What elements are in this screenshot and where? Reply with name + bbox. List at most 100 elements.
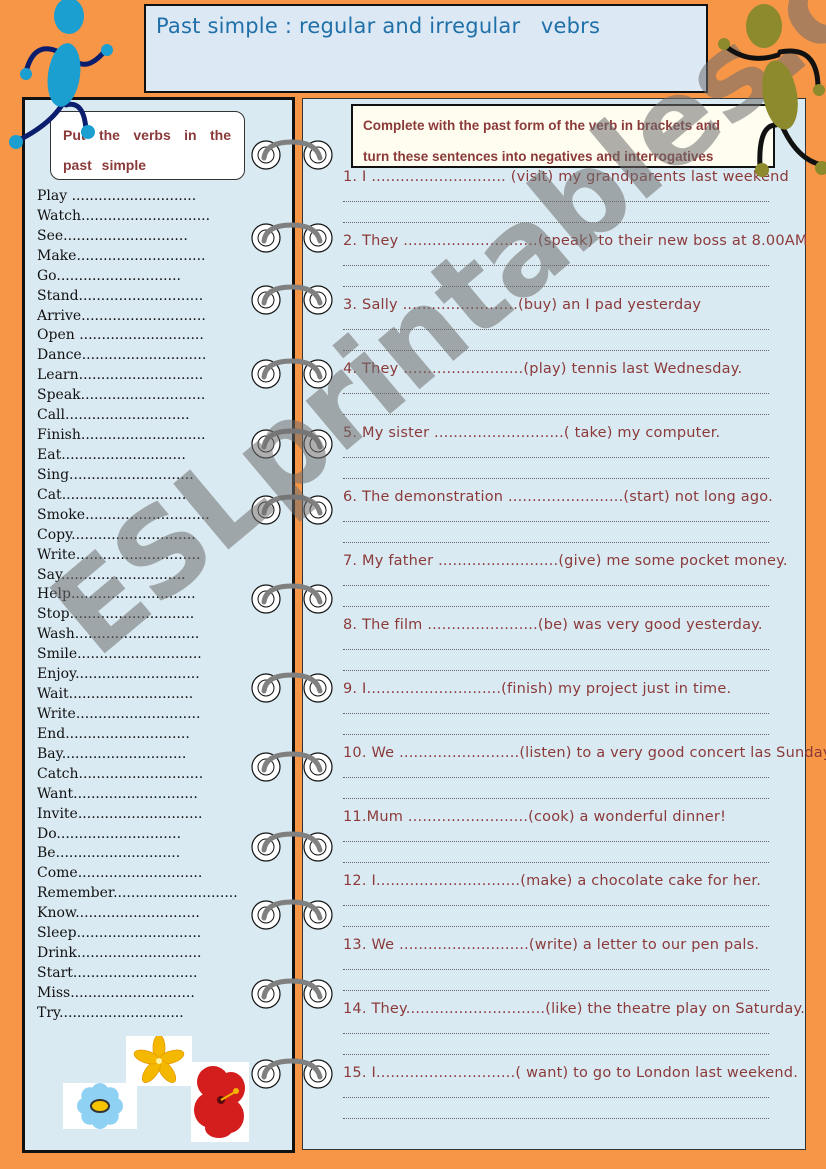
answer-blank[interactable]: ............................ [82, 347, 207, 363]
answer-blank[interactable]: ............................ [61, 567, 186, 583]
exercise-sentence[interactable]: 15. I.............................( want… [343, 1065, 798, 1081]
answer-blank[interactable]: ............................ [65, 726, 190, 742]
answer-blank[interactable]: ............................ [77, 646, 202, 662]
answer-blank[interactable]: ............................ [61, 447, 186, 463]
answer-blank[interactable]: ............................ [69, 467, 194, 483]
answer-blank[interactable]: ............................ [78, 865, 203, 881]
exercise-sentence[interactable]: 11.Mum .........................(cook) a… [343, 809, 726, 825]
answer-blank[interactable]: ............................ [59, 1005, 184, 1021]
answer-line[interactable] [343, 1054, 769, 1055]
answer-line[interactable] [343, 969, 769, 970]
answer-line[interactable] [343, 841, 769, 842]
exercise-sentence[interactable]: 13. We ...........................(write… [343, 937, 759, 953]
exercise-sentence[interactable]: 12. I..............................(make… [343, 873, 761, 889]
answer-blank[interactable]: ............................ [71, 586, 196, 602]
answer-blank[interactable]: ............................ [113, 885, 238, 901]
exercise-sentence[interactable]: 14. They.............................(li… [343, 1001, 805, 1017]
verb-word: Help [37, 586, 71, 603]
verb-word: Know [37, 905, 76, 922]
answer-blank[interactable]: ............................ [70, 606, 195, 622]
answer-line[interactable] [343, 713, 769, 714]
answer-blank[interactable]: ............................ [75, 327, 204, 343]
answer-blank[interactable]: ............................ [73, 786, 198, 802]
answer-line[interactable] [343, 777, 769, 778]
answer-blank[interactable]: ............................ [76, 547, 201, 563]
exercise-sentence[interactable]: 2. They ............................(spe… [343, 233, 808, 249]
answer-blank[interactable]: ............................ [79, 288, 204, 304]
answer-blank[interactable]: ............................ [81, 387, 206, 403]
exercise-sentence[interactable]: 8. The film .......................(be) … [343, 617, 763, 633]
answer-line[interactable] [343, 265, 769, 266]
answer-blank[interactable]: ............................ [67, 188, 197, 204]
answer-line[interactable] [343, 905, 769, 906]
answer-blank[interactable]: ............................ [75, 626, 200, 642]
answer-blank[interactable]: ............................ [70, 985, 195, 1001]
answer-line[interactable] [343, 862, 769, 863]
answer-blank[interactable]: ............................ [85, 507, 210, 523]
answer-blank[interactable]: ............................ [63, 228, 188, 244]
verb-word: Go [37, 267, 57, 284]
verb-word: Write [37, 546, 76, 563]
answer-line[interactable] [343, 670, 769, 671]
verb-word: Finish [37, 427, 81, 444]
answer-line[interactable] [343, 478, 769, 479]
answer-blank[interactable]: ............................ [56, 845, 181, 861]
answer-line[interactable] [343, 222, 769, 223]
answer-line[interactable] [343, 649, 769, 650]
answer-blank[interactable]: ............................ [75, 905, 200, 921]
exercise-item: 7. My father .........................(g… [343, 553, 788, 617]
blue-flower-image [63, 1083, 137, 1129]
answer-line[interactable] [343, 1118, 769, 1119]
answer-blank[interactable]: ............................ [65, 407, 190, 423]
answer-blank[interactable]: ............................ [79, 766, 204, 782]
answer-blank[interactable]: ............................ [76, 706, 201, 722]
answer-blank[interactable]: ............................. [81, 208, 210, 224]
answer-line[interactable] [343, 542, 769, 543]
answer-blank[interactable]: ............................ [56, 826, 181, 842]
answer-blank[interactable]: ............................ [77, 945, 202, 961]
verb-word: Arrive [37, 307, 82, 324]
binder-ring-icon [250, 580, 333, 614]
answer-line[interactable] [343, 414, 769, 415]
answer-blank[interactable]: ............................ [79, 367, 204, 383]
verb-item: Wash............................ [37, 625, 238, 645]
answer-blank[interactable]: ............................ [81, 427, 206, 443]
answer-line[interactable] [343, 798, 769, 799]
exercise-sentence[interactable]: 9. I............................(finish)… [343, 681, 731, 697]
answer-blank[interactable]: ............................ [75, 666, 200, 682]
answer-blank[interactable]: ............................ [78, 806, 203, 822]
answer-line[interactable] [343, 201, 769, 202]
answer-blank[interactable]: ............................ [81, 308, 206, 324]
exercise-sentence[interactable]: 5. My sister ...........................… [343, 425, 720, 441]
answer-line[interactable] [343, 329, 769, 330]
answer-line[interactable] [343, 734, 769, 735]
binder-ring-icon [250, 975, 333, 1009]
exercise-sentence[interactable]: 4. They .........................(play) … [343, 361, 742, 377]
exercise-sentence[interactable]: 7. My father .........................(g… [343, 553, 788, 569]
answer-line[interactable] [343, 606, 769, 607]
answer-line[interactable] [343, 393, 769, 394]
answer-line[interactable] [343, 1097, 769, 1098]
answer-line[interactable] [343, 990, 769, 991]
answer-blank[interactable]: ............................ [73, 965, 198, 981]
answer-blank[interactable]: ............................. [76, 248, 205, 264]
answer-line[interactable] [343, 350, 769, 351]
answer-blank[interactable]: ............................ [62, 746, 187, 762]
exercise-sentence[interactable]: 6. The demonstration ...................… [343, 489, 773, 505]
answer-line[interactable] [343, 521, 769, 522]
answer-blank[interactable]: ............................ [62, 487, 187, 503]
answer-line[interactable] [343, 1033, 769, 1034]
exercise-sentence[interactable]: 10. We .........................(listen)… [343, 745, 826, 761]
answer-line[interactable] [343, 926, 769, 927]
exercise-item: 2. They ............................(spe… [343, 233, 807, 297]
answer-blank[interactable]: ............................ [56, 268, 181, 284]
answer-line[interactable] [343, 585, 769, 586]
answer-blank[interactable]: ............................ [71, 527, 196, 543]
answer-line[interactable] [343, 286, 769, 287]
answer-blank[interactable]: ............................ [77, 925, 202, 941]
verb-word: Smile [37, 646, 78, 663]
answer-blank[interactable]: ............................ [69, 686, 194, 702]
verb-word: Try [37, 1004, 60, 1021]
exercise-sentence[interactable]: 3. Sally ........................(buy) a… [343, 297, 701, 313]
answer-line[interactable] [343, 457, 769, 458]
